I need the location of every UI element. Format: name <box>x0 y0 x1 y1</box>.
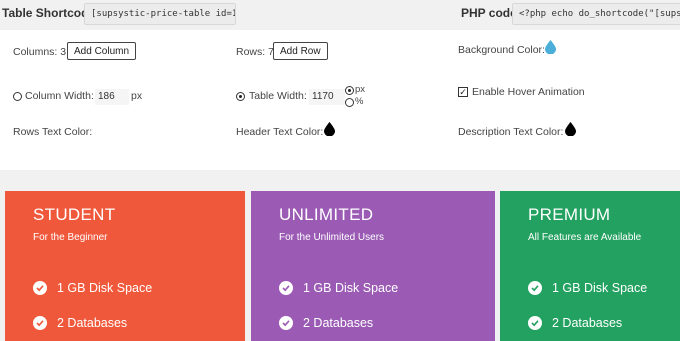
pricing-card-unlimited[interactable]: UNLIMITED For the Unlimited Users 1 GB D… <box>251 191 495 341</box>
check-circle-icon <box>528 280 542 295</box>
table-width-label: Table Width: <box>249 90 307 102</box>
add-row-button[interactable]: Add Row <box>273 42 328 60</box>
feature-label: 1 GB Disk Space <box>57 281 153 295</box>
rows-text-color-picker-icon[interactable] <box>95 123 106 137</box>
card-title: UNLIMITED <box>279 205 374 224</box>
check-circle-icon <box>528 315 542 330</box>
table-width-radio[interactable] <box>236 92 245 101</box>
description-text-color-label: Description Text Color: <box>458 126 564 138</box>
hover-animation-label: Enable Hover Animation <box>472 86 585 98</box>
add-column-button[interactable]: Add Column <box>67 42 137 60</box>
feature-item: 2 Databases <box>33 315 128 331</box>
rows-text-color-label: Rows Text Color: <box>13 126 93 138</box>
header-text-color-picker-icon[interactable] <box>324 122 335 136</box>
feature-item: 2 Databases <box>528 315 623 331</box>
card-subtitle: For the Unlimited Users <box>279 232 385 243</box>
columns-count-label: Columns: 3 <box>13 46 67 58</box>
card-subtitle: For the Beginner <box>33 232 108 243</box>
column-width-label: Column Width: <box>25 90 94 102</box>
feature-label: 1 GB Disk Space <box>303 281 399 295</box>
hover-animation-checkbox[interactable]: ✓ <box>458 87 468 97</box>
pricing-card-premium[interactable]: PREMIUM All Features are Available 1 GB … <box>500 191 680 341</box>
card-title: PREMIUM <box>528 205 611 224</box>
column-width-radio[interactable] <box>13 92 22 101</box>
card-subtitle: All Features are Available <box>528 232 642 243</box>
card-title: STUDENT <box>33 205 116 224</box>
unit-px-radio[interactable] <box>345 86 354 95</box>
feature-item: 1 GB Disk Space <box>33 280 153 296</box>
table-shortcode-field[interactable]: [supsystic-price-table id=12] <box>84 3 236 25</box>
check-circle-icon <box>33 280 47 295</box>
feature-item: 1 GB Disk Space <box>528 280 648 296</box>
pricing-card-student[interactable]: STUDENT For the Beginner 1 GB Disk Space… <box>5 191 245 341</box>
background-color-label: Background Color: <box>458 44 545 56</box>
column-width-input[interactable]: 186 <box>95 89 129 105</box>
header-text-color-label: Header Text Color: <box>236 126 324 138</box>
background-color-picker-icon[interactable] <box>545 40 556 54</box>
unit-percent-label: % <box>355 96 364 107</box>
php-code-field[interactable]: <?php echo do_shortcode("[supsystic <box>512 3 680 25</box>
settings-panel: Columns: 3 Add Column Rows: 7 Add Row Ba… <box>0 30 680 170</box>
top-bar: Table Shortcode: [supsystic-price-table … <box>0 0 680 28</box>
description-text-color-picker-icon[interactable] <box>565 122 576 136</box>
rows-count-label: Rows: 7 <box>236 46 274 58</box>
feature-item: 2 Databases <box>279 315 374 331</box>
feature-item: 1 GB Disk Space <box>279 280 399 296</box>
unit-px-label: px <box>355 84 366 95</box>
table-width-input[interactable]: 1170 <box>309 89 345 105</box>
feature-label: 1 GB Disk Space <box>552 281 648 295</box>
check-circle-icon <box>33 315 47 330</box>
feature-label: 2 Databases <box>303 316 374 330</box>
column-width-unit: px <box>131 90 143 102</box>
check-circle-icon <box>279 315 293 330</box>
feature-label: 2 Databases <box>57 316 128 330</box>
feature-label: 2 Databases <box>552 316 623 330</box>
check-circle-icon <box>279 280 293 295</box>
unit-percent-radio[interactable] <box>345 98 354 107</box>
